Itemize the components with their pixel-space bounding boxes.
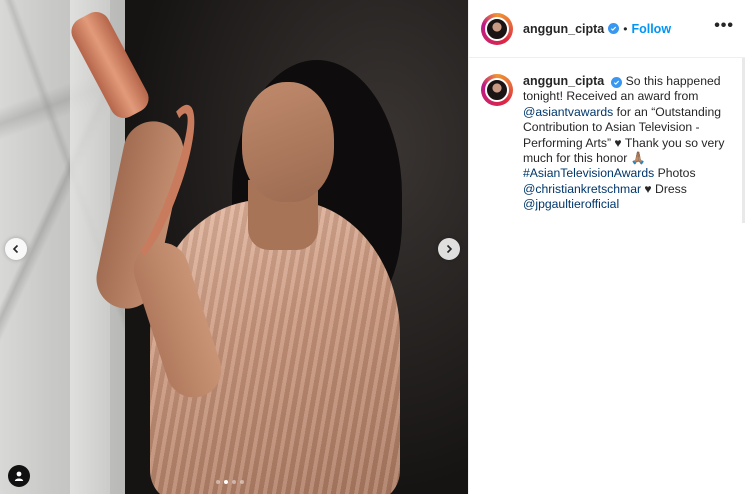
carousel-dot — [232, 480, 236, 484]
header-separator: • — [623, 21, 628, 36]
header-username[interactable]: anggun_cipta — [523, 22, 604, 36]
verified-badge-icon — [611, 77, 623, 88]
face — [242, 82, 334, 202]
post-header: anggun_cipta • Follow ••• — [469, 0, 745, 58]
caption-body-3: Photos — [654, 166, 696, 181]
caption-body-4: ♥ Dress — [641, 181, 687, 196]
caption-text: anggun_cipta So this happened tonight! R… — [523, 74, 734, 213]
avatar[interactable] — [481, 12, 513, 45]
user-tag-icon — [14, 471, 24, 481]
carousel-dot — [216, 480, 220, 484]
post-photo[interactable] — [0, 0, 468, 494]
follow-button[interactable]: Follow — [631, 22, 671, 36]
carousel-dot — [240, 480, 244, 484]
chevron-left-icon — [12, 244, 19, 254]
carousel-dot — [224, 480, 228, 484]
caption-avatar[interactable] — [481, 74, 513, 106]
verified-badge-icon — [608, 23, 620, 34]
carousel-prev-button[interactable] — [5, 238, 27, 260]
mention-christiankretschmar[interactable]: @christiankretschmar — [523, 182, 641, 196]
user-tags-button[interactable] — [8, 465, 30, 487]
mention-jpgaultierofficial[interactable]: @jpgaultierofficial — [523, 197, 619, 211]
hashtag-asiantelevisionawards[interactable]: #AsianTelevisionAwards — [523, 166, 654, 180]
caption-comment: anggun_cipta So this happened tonight! R… — [469, 58, 745, 213]
mention-asiantvawards[interactable]: @asiantvawards — [523, 105, 613, 119]
more-options-icon[interactable]: ••• — [714, 18, 734, 34]
carousel-indicator — [216, 480, 244, 484]
post-side-panel: anggun_cipta • Follow ••• anggun_cipta S… — [468, 0, 745, 494]
chevron-right-icon — [446, 244, 453, 254]
carousel-next-button[interactable] — [438, 238, 460, 260]
caption-username[interactable]: anggun_cipta — [523, 74, 604, 88]
